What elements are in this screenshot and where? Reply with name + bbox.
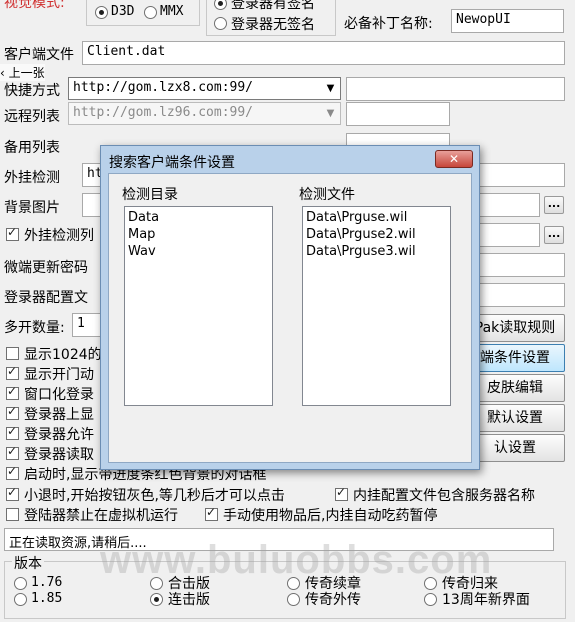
login-signed-label: 登录器有签名 xyxy=(231,0,315,12)
version-185-radio[interactable] xyxy=(14,593,27,606)
list-item[interactable]: Wav xyxy=(128,243,269,260)
remote-list-extra-field[interactable] xyxy=(346,102,450,126)
exit-gray-label: 小退时,开始按钮灰色,等几秒后才可以点击 xyxy=(24,488,285,504)
show-door-anim-label: 显示开门动 xyxy=(24,367,94,383)
login-allow-checkbox[interactable] xyxy=(6,424,19,440)
login-config-label: 登录器配置文 xyxy=(4,290,88,306)
list-item[interactable]: Data\Prguse3.wil xyxy=(306,243,447,260)
include-server-name-checkbox[interactable] xyxy=(335,485,348,501)
remote-list-combo[interactable]: http://gom.lz96.com:99/ ▼ xyxy=(68,102,341,125)
quick-link-combo[interactable]: http://gom.lzx8.com:99/ ▼ xyxy=(68,77,341,100)
windowed-login-checkbox[interactable] xyxy=(6,384,19,400)
auto-potion-checkbox[interactable] xyxy=(205,505,218,521)
version-chain-label: 连击版 xyxy=(168,592,210,608)
chevron-down-icon[interactable]: ▼ xyxy=(324,82,337,95)
version-185-label: 1.85 xyxy=(31,591,63,606)
quick-link-label: 快捷方式 xyxy=(4,83,60,99)
login-unsigned-label: 登录器无签名 xyxy=(231,17,315,33)
list-item[interactable]: Data\Prguse.wil xyxy=(306,209,447,226)
prev-image-overlay[interactable]: ‹ 上一张 xyxy=(0,64,45,81)
search-condition-button[interactable]: 端条件设置 xyxy=(465,344,565,372)
auto-potion-label: 手动使用物品后,内挂自动吃药暂停 xyxy=(223,508,438,524)
version-title: 版本 xyxy=(12,553,44,573)
status-text: 正在读取资源,请稍后.... xyxy=(4,528,554,551)
no-vm-label: 登陆器禁止在虚拟机运行 xyxy=(24,508,178,524)
close-icon[interactable]: ✕ xyxy=(435,150,473,168)
version-sequel-radio[interactable] xyxy=(287,577,300,590)
detect-file-header: 检测文件 xyxy=(299,187,355,203)
login-show-checkbox[interactable] xyxy=(6,404,19,420)
quick-link-extra-field[interactable] xyxy=(346,77,565,101)
skin-edit-button[interactable]: 皮肤编辑 xyxy=(465,374,565,402)
dialog-title: 搜索客户端条件设置 xyxy=(109,155,235,171)
include-server-name-label: 内挂配置文件包含服务器名称 xyxy=(353,488,535,504)
patch-name-label: 必备补丁名称: xyxy=(344,16,433,32)
plugin-list-label: 外挂检测列 xyxy=(24,228,94,244)
remote-list-value: http://gom.lz96.com:99/ xyxy=(73,105,254,120)
micro-update-password-label: 微端更新密码 xyxy=(4,260,88,276)
browse-background-button[interactable]: ... xyxy=(544,196,564,214)
render-d3d-label: D3D xyxy=(111,4,135,19)
version-side-story-radio[interactable] xyxy=(287,593,300,606)
login-allow-label: 登录器允许 xyxy=(24,427,94,443)
client-file-field[interactable]: Client.dat xyxy=(82,41,565,65)
plugin-detect-label: 外挂检测 xyxy=(4,170,60,186)
list-item[interactable]: Map xyxy=(128,226,269,243)
startup-progress-checkbox[interactable] xyxy=(6,464,19,480)
version-13th-label: 13周年新界面 xyxy=(442,592,530,608)
pak-read-rules-button[interactable]: Pak读取规则 xyxy=(465,314,565,342)
version-176-label: 1.76 xyxy=(31,575,63,590)
version-13th-radio[interactable] xyxy=(424,593,437,606)
plugin-list-checkbox[interactable] xyxy=(6,225,19,241)
render-mmx-label: MMX xyxy=(160,4,184,19)
default-settings-button-1[interactable]: 默认设置 xyxy=(465,404,565,432)
detect-dir-header: 检测目录 xyxy=(122,187,178,203)
no-vm-checkbox[interactable] xyxy=(6,508,19,521)
background-image-label: 背景图片 xyxy=(4,200,60,216)
backup-list-label: 备用列表 xyxy=(4,140,60,156)
patch-name-field[interactable]: NewopUI xyxy=(451,9,564,33)
list-item[interactable]: Data\Prguse2.wil xyxy=(306,226,447,243)
version-side-story-label: 传奇外传 xyxy=(305,592,361,608)
version-176-radio[interactable] xyxy=(14,577,27,590)
detect-file-list[interactable]: Data\Prguse.wil Data\Prguse2.wil Data\Pr… xyxy=(302,206,451,406)
chevron-down-icon[interactable]: ▼ xyxy=(324,107,337,120)
show-1024-checkbox[interactable] xyxy=(6,347,19,360)
search-condition-dialog: 搜索客户端条件设置 ✕ 检测目录 Data Map Wav 检测文件 Data\… xyxy=(100,145,480,470)
render-d3d-radio[interactable] xyxy=(95,6,108,19)
login-show-label: 登录器上显 xyxy=(24,407,94,423)
list-item[interactable]: Data xyxy=(128,209,269,226)
show-door-anim-checkbox[interactable] xyxy=(6,364,19,380)
remote-list-label: 远程列表 xyxy=(4,109,60,125)
multi-open-label: 多开数量: xyxy=(4,320,65,336)
default-settings-button-2[interactable]: 认设置 xyxy=(465,434,565,462)
render-mmx-radio[interactable] xyxy=(144,6,157,19)
quick-link-value: http://gom.lzx8.com:99/ xyxy=(73,80,254,95)
multi-open-field[interactable]: 1 xyxy=(72,313,102,337)
login-read-label: 登录器读取 xyxy=(24,447,94,463)
browse-plugin-list-button[interactable]: ... xyxy=(544,226,564,244)
version-return-radio[interactable] xyxy=(424,577,437,590)
version-chain-radio[interactable] xyxy=(150,593,163,606)
client-file-label: 客户端文件 xyxy=(4,47,74,63)
login-unsigned-radio[interactable] xyxy=(214,17,227,30)
show-1024-label: 显示1024的 xyxy=(24,347,102,363)
dialog-body: 检测目录 Data Map Wav 检测文件 Data\Prguse.wil D… xyxy=(108,173,472,463)
version-combo-radio[interactable] xyxy=(150,577,163,590)
login-read-checkbox[interactable] xyxy=(6,444,19,460)
render-mode-label: 视觉模式: xyxy=(4,0,65,11)
exit-gray-checkbox[interactable] xyxy=(6,485,19,501)
detect-dir-list[interactable]: Data Map Wav xyxy=(124,206,273,406)
windowed-login-label: 窗口化登录 xyxy=(24,387,94,403)
